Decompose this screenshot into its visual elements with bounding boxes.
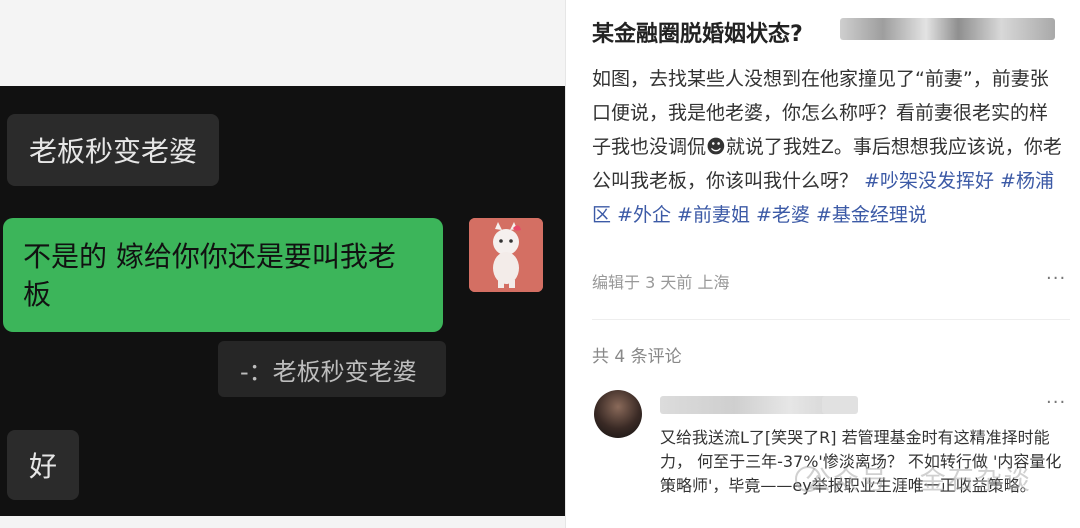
comment-count: 共 4 条评论 xyxy=(592,347,682,367)
panel-divider xyxy=(565,0,566,528)
hashtag-link[interactable]: #外企 xyxy=(617,204,671,226)
chat-message-text: 好 xyxy=(29,450,58,483)
hashtag-link[interactable]: #吵架没发挥好 xyxy=(864,170,994,192)
hashtag-link[interactable]: #基金经理说 xyxy=(816,204,927,226)
post-meta: 编辑于 3 天前 上海 xyxy=(592,273,730,292)
post-body: 如图，去找某些人没想到在他家撞见了“前妻”，前妻张口便说，我是他老婆，你怎么称呼… xyxy=(592,62,1062,232)
chat-message-left: 老板秒变老婆 xyxy=(7,114,220,186)
post-title: 某金融圈脱婚姻状态? xyxy=(592,16,803,48)
sticker-avatar xyxy=(469,218,543,292)
commenter-avatar[interactable] xyxy=(594,390,642,438)
chat-message-right: 不是的 嫁给你你还是要叫我老板 xyxy=(3,218,443,332)
hashtag-link[interactable]: #前妻姐 xyxy=(677,204,750,226)
chat-message-left: 好 xyxy=(7,430,80,500)
post-title-text: 某金融圈脱婚姻状态? xyxy=(592,22,803,47)
comment-more-icon[interactable]: ··· xyxy=(1046,392,1066,413)
image-bottom-margin xyxy=(0,516,565,528)
quoted-message-text: -：老板秒变老婆 xyxy=(240,357,417,386)
section-divider xyxy=(592,319,1070,320)
more-options-icon[interactable]: ··· xyxy=(1046,268,1066,289)
quoted-message: -：老板秒变老婆 xyxy=(218,341,446,397)
hashtag-link[interactable]: #老婆 xyxy=(756,204,810,226)
chat-screenshot: 老板秒变老婆 不是的 嫁给你你还是要叫我老板 -：老板秒变老婆 好 xyxy=(0,86,565,516)
chat-message-text: 老板秒变老婆 xyxy=(29,135,198,168)
image-top-margin xyxy=(0,0,565,86)
blurred-comment-meta xyxy=(822,396,858,414)
chat-message-text: 不是的 嫁给你你还是要叫我老板 xyxy=(23,240,396,311)
blurred-title-region xyxy=(840,18,1055,40)
emoji-icon: ☻ xyxy=(706,136,726,158)
blurred-commenter-name xyxy=(660,396,845,414)
watermark: 公众号 · 金石杂谈 xyxy=(805,466,1032,496)
